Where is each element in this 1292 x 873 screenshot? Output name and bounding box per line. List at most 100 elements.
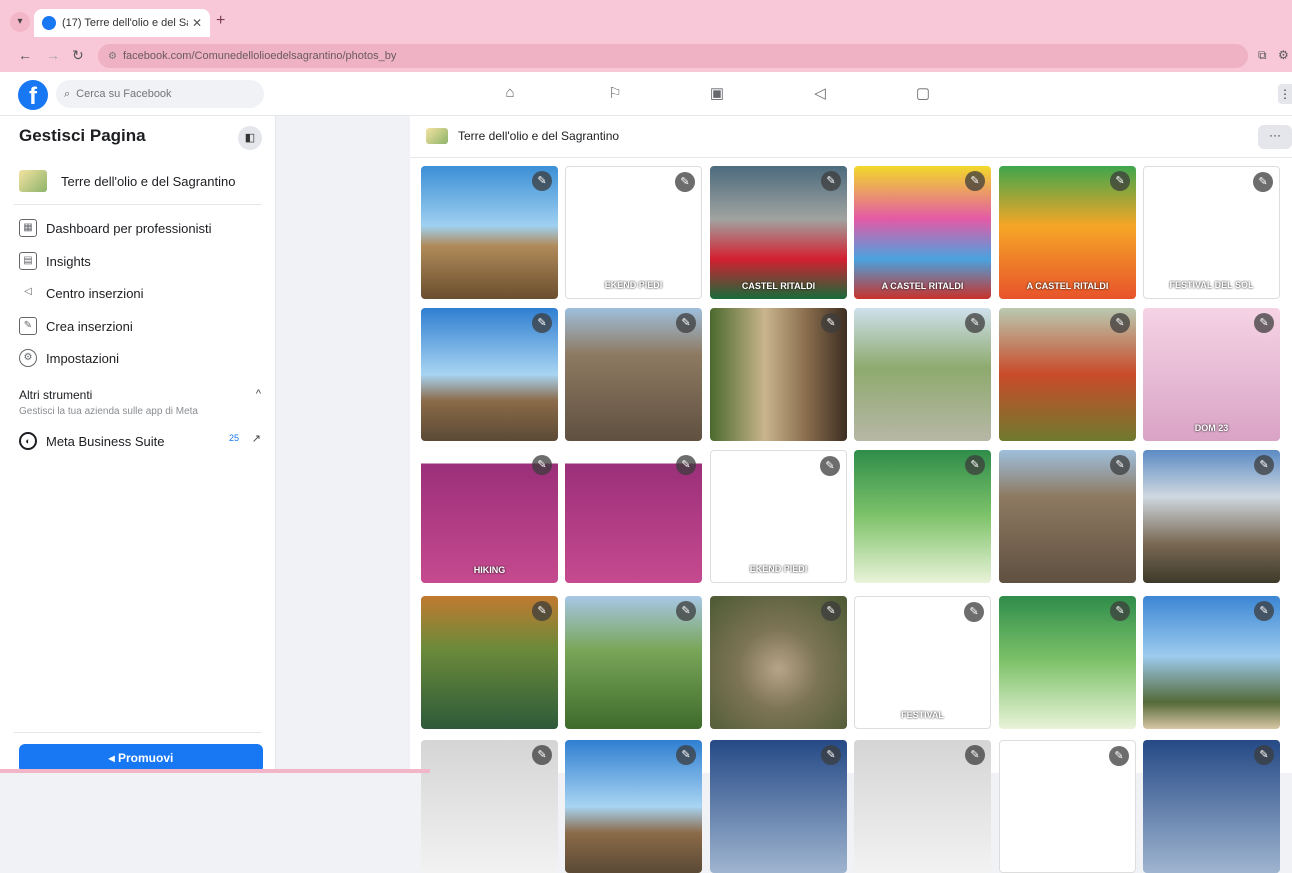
tab-search-button[interactable]: ▾ — [10, 12, 30, 32]
page-avatar — [426, 128, 448, 144]
photo-tile[interactable]: ✎ — [565, 740, 702, 873]
collapse-sidebar-icon[interactable]: ◧ — [238, 126, 262, 150]
edit-photo-icon[interactable]: ✎ — [1254, 455, 1274, 475]
edit-photo-icon[interactable]: ✎ — [532, 745, 552, 765]
edit-photo-icon[interactable]: ✎ — [532, 455, 552, 475]
edit-photo-icon[interactable]: ✎ — [1253, 172, 1273, 192]
photo-tile[interactable]: ✎ — [999, 596, 1136, 729]
close-tab-icon[interactable]: ✕ — [192, 16, 202, 30]
edit-photo-icon[interactable]: ✎ — [821, 745, 841, 765]
photo-tile[interactable]: ✎ — [421, 740, 558, 873]
photo-tile[interactable]: ✎ — [565, 596, 702, 729]
edit-photo-icon[interactable]: ✎ — [675, 172, 695, 192]
apps-menu-icon[interactable]: ⋮ — [1278, 84, 1292, 104]
tab-title: (17) Terre dell'olio e del Sagra... — [62, 17, 188, 29]
sidebar-item-ads-center[interactable]: ◁ Centro inserzioni — [19, 280, 263, 306]
edit-photo-icon[interactable]: ✎ — [821, 601, 841, 621]
edit-photo-icon[interactable]: ✎ — [1110, 601, 1130, 621]
pages-flag-icon[interactable]: ⚐ — [603, 84, 627, 106]
ads-megaphone-icon[interactable]: ◁ — [808, 84, 832, 106]
edit-photo-icon[interactable]: ✎ — [1254, 745, 1274, 765]
photo-tile[interactable]: ✎ — [999, 450, 1136, 583]
edit-photo-icon[interactable]: ✎ — [532, 601, 552, 621]
extensions-icon[interactable]: ⧉ — [1258, 48, 1267, 63]
browser-menu-icon[interactable]: ⚙ — [1278, 48, 1289, 62]
photo-tile[interactable]: ✎ CASTEL RITALDI — [710, 166, 847, 299]
address-bar[interactable]: ⚙ facebook.com/Comunedellolioedelsagrant… — [98, 44, 1248, 68]
photo-caption: A CASTEL RITALDI — [1026, 281, 1109, 291]
photo-tile[interactable]: ✎ — [854, 740, 991, 873]
back-icon[interactable]: ← — [18, 47, 32, 63]
search-input[interactable] — [76, 88, 237, 100]
photo-tile[interactable]: ✎ — [421, 166, 558, 299]
photo-tile[interactable]: ✎ EKEND PIEDI — [565, 166, 702, 299]
edit-photo-icon[interactable]: ✎ — [1110, 455, 1130, 475]
other-tools-header[interactable]: Altri strumenti ^ — [19, 388, 263, 402]
photo-tile[interactable]: ✎ — [710, 308, 847, 441]
edit-photo-icon[interactable]: ✎ — [821, 171, 841, 191]
edit-photo-icon[interactable]: ✎ — [532, 171, 552, 191]
page-switcher[interactable]: Terre dell'olio e del Sagrantino — [19, 164, 263, 198]
photo-tile[interactable]: ✎ HIKING — [421, 450, 558, 583]
photo-tile[interactable]: ✎ A CASTEL RITALDI — [999, 166, 1136, 299]
edit-photo-icon[interactable]: ✎ — [820, 456, 840, 476]
sidebar-item-label: Insights — [46, 253, 91, 269]
sidebar-title: Gestisci Pagina — [19, 126, 146, 145]
new-tab-button[interactable]: + — [216, 12, 225, 30]
edit-photo-icon[interactable]: ✎ — [1109, 746, 1129, 766]
browser-toolbar: ← → ↻ ⚙ facebook.com/Comunedellolioedels… — [0, 40, 1292, 72]
photo-tile[interactable]: ✎ — [999, 740, 1136, 873]
facebook-logo[interactable]: f — [18, 80, 48, 110]
edit-photo-icon[interactable]: ✎ — [965, 745, 985, 765]
photo-tile[interactable]: ✎ — [1143, 450, 1280, 583]
edit-photo-icon[interactable]: ✎ — [1110, 313, 1130, 333]
photo-tile[interactable]: ✎ — [1143, 596, 1280, 729]
edit-photo-icon[interactable]: ✎ — [676, 455, 696, 475]
site-info-icon[interactable]: ⚙ — [108, 51, 117, 62]
sidebar-item-insights[interactable]: ▤ Insights — [19, 248, 263, 274]
photo-tile[interactable]: ✎ — [854, 450, 991, 583]
edit-photo-icon[interactable]: ✎ — [676, 745, 696, 765]
photo-tile[interactable]: ✎ — [565, 308, 702, 441]
edit-photo-icon[interactable]: ✎ — [676, 601, 696, 621]
gear-icon: ⚙ — [19, 349, 37, 367]
more-options-button[interactable]: ··· — [1258, 125, 1292, 149]
edit-photo-icon[interactable]: ✎ — [676, 313, 696, 333]
sidebar-item-create-ads[interactable]: ✎ Crea inserzioni — [19, 313, 263, 339]
edit-photo-icon[interactable]: ✎ — [1254, 313, 1274, 333]
photo-tile[interactable]: ✎ — [421, 596, 558, 729]
photo-tile[interactable]: ✎ A CASTEL RITALDI — [854, 166, 991, 299]
photo-tile[interactable]: ✎ — [710, 596, 847, 729]
marketplace-icon[interactable]: ▣ — [705, 84, 729, 106]
sidebar-item-settings[interactable]: ⚙ Impostazioni — [19, 345, 263, 371]
forward-icon[interactable]: → — [46, 47, 60, 63]
search-box[interactable]: ⌕ — [56, 80, 264, 108]
edit-photo-icon[interactable]: ✎ — [965, 455, 985, 475]
photo-tile[interactable]: ✎ — [999, 308, 1136, 441]
sidebar-item-dashboard[interactable]: ▦ Dashboard per professionisti — [19, 215, 263, 241]
edit-photo-icon[interactable]: ✎ — [964, 602, 984, 622]
photo-tile[interactable]: ✎ FESTIVAL DEL SOL — [1143, 166, 1280, 299]
url-text: facebook.com/Comunedellolioedelsagrantin… — [122, 50, 397, 62]
browser-tab[interactable]: (17) Terre dell'olio e del Sagra... ✕ — [34, 9, 210, 37]
edit-photo-icon[interactable]: ✎ — [821, 313, 841, 333]
photo-tile[interactable]: ✎ — [565, 450, 702, 583]
edit-photo-icon[interactable]: ✎ — [965, 171, 985, 191]
chevron-up-icon[interactable]: ^ — [256, 388, 261, 400]
photo-tile[interactable]: ✎ — [710, 740, 847, 873]
video-icon[interactable]: ▢ — [911, 84, 935, 106]
photo-tile[interactable]: ✎ EKEND PIEDI — [710, 450, 847, 583]
meta-business-suite-link[interactable]: ◐ Meta Business Suite 25 ↗ — [19, 430, 263, 452]
photo-tile[interactable]: ✎ FESTIVAL — [854, 596, 991, 729]
photo-tile[interactable]: ✎ — [421, 308, 558, 441]
home-icon[interactable]: ⌂ — [498, 84, 522, 106]
photo-tile[interactable]: ✎ — [1143, 740, 1280, 873]
edit-photo-icon[interactable]: ✎ — [965, 313, 985, 333]
photo-tile[interactable]: ✎ DOM 23 — [1143, 308, 1280, 441]
edit-photo-icon[interactable]: ✎ — [1254, 601, 1274, 621]
edit-photo-icon[interactable]: ✎ — [532, 313, 552, 333]
reload-icon[interactable]: ↻ — [72, 47, 84, 64]
edit-photo-icon[interactable]: ✎ — [1110, 171, 1130, 191]
photo-tile[interactable]: ✎ — [854, 308, 991, 441]
photo-grid: ✎ ✎ EKEND PIEDI ✎ CASTEL RITALDI ✎ A CASTEL RI… — [410, 158, 1292, 873]
